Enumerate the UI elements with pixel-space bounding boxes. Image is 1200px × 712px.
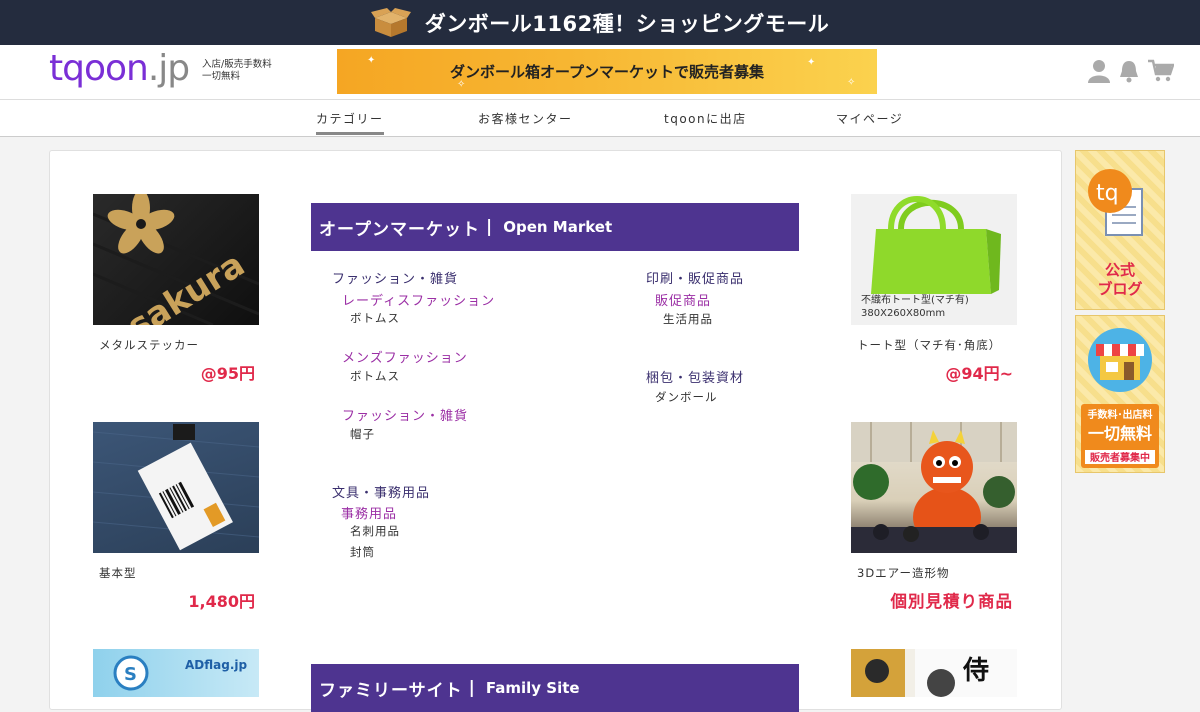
user-icon[interactable] [1088,59,1110,83]
product-image-logo-text: sakura [121,245,252,325]
product-image: 不織布トート型(マチ有) 380X260X80mm [851,194,1017,325]
logo-suffix-text: .jp [147,48,190,89]
main-nav: カテゴリー お客様センター tqoonに出店 マイページ [0,100,1200,137]
sparkle-icon: ✧ [847,77,856,88]
category-promo-goods[interactable]: 販促商品 [655,290,711,309]
product-card-basic-tag[interactable]: 基本型 1,480円 [93,422,259,611]
logo-subtitle: 入店/販売手数料 一切無料 [202,59,272,83]
site-header: tqoon.jp 入店/販売手数料 一切無料 ✦ ✧ ✦ ✧ ダンボール箱オープ… [0,45,1200,100]
family-site-title: ファミリーサイト | Family Site [311,664,799,712]
top-announcement-text: ダンボール1162種！ショッピングモール [424,11,830,36]
product-card-tote[interactable]: 不織布トート型(マチ有) 380X260X80mm トート型（マチ有･角底） @… [851,194,1017,383]
product-name: 3Dエアー造形物 [857,566,950,580]
nav-item-mypage[interactable]: マイページ [836,110,903,132]
category-ladies-fashion[interactable]: レーディスファッション [342,290,495,309]
category-fashion-goods[interactable]: ファッション・雑貨 [342,405,468,424]
category-office-supplies[interactable]: 事務用品 [341,503,397,522]
seller-recruit-banner-text: ダンボール箱オープンマーケットで販売者募集 [449,63,765,81]
sparkle-icon: ✦ [807,57,816,68]
product-card-metal-sticker[interactable]: sakura メタルステッカー @95円 [93,194,259,383]
category-print-promo[interactable]: 印刷・販促商品 [646,268,744,287]
product-name: 基本型 [99,566,137,580]
product-image: 侍 [851,649,1017,697]
blog-logo-text: tq [1096,181,1119,206]
nav-item-customer-center[interactable]: お客様センター [478,110,573,132]
bell-icon[interactable] [1118,59,1140,83]
family-site-title-en: Family Site [485,679,580,697]
sparkle-icon: ✧ [457,79,466,90]
title-separator: | [485,217,494,237]
free-banner-line3: 販売者募集中 [1090,451,1150,464]
category-mens-bottoms[interactable]: ボトムス [350,368,400,384]
logo-main-text: tqoon [49,48,149,89]
category-packing[interactable]: 梱包・包装資材 [646,367,744,386]
category-cardboard[interactable]: ダンボール [655,389,718,405]
site-logo[interactable]: tqoon.jp [49,48,190,89]
product-card-adflag[interactable]: S ADflag.jp [93,649,259,697]
official-blog-banner[interactable]: tq 公式 ブログ [1075,150,1165,310]
product-image: S ADflag.jp [93,649,259,697]
product-overlay-size: 380X260X80mm [861,308,945,319]
cardboard-box-icon [370,7,411,38]
blog-banner-line1: 公式 [1105,261,1135,279]
category-ladies-bottoms[interactable]: ボトムス [350,310,400,326]
nav-item-category[interactable]: カテゴリー [316,110,384,135]
category-mens-fashion[interactable]: メンズファッション [342,347,468,366]
product-overlay-text: 不織布トート型(マチ有) [861,293,969,306]
top-announcement-bar: ダンボール1162種！ショッピングモール [0,0,1200,45]
product-price: 個別見積り商品 [890,592,1013,611]
logo-subtitle-line1: 入店/販売手数料 [202,59,272,70]
product-card-samurai[interactable]: 侍 [851,649,1017,697]
product-image [851,422,1017,553]
logo-subtitle-line2: 一切無料 [202,71,241,82]
product-image-logo-text: 侍 [962,656,989,686]
product-price: @95円 [200,364,255,383]
free-store-banner[interactable]: 手数料･出店料 一切無料 販売者募集中 [1075,315,1165,473]
open-market-title-en: Open Market [503,218,613,236]
free-banner-line2: 一切無料 [1088,424,1152,443]
nav-item-open-store[interactable]: tqoonに出店 [664,110,747,132]
product-card-3d-air[interactable]: 3Dエアー造形物 個別見積り商品 [851,422,1017,611]
category-hat[interactable]: 帽子 [350,426,375,442]
category-fashion[interactable]: ファッション・雑貨 [332,268,458,287]
product-name: メタルステッカー [99,338,199,352]
product-price: 1,480円 [188,592,255,611]
svg-text:S: S [124,664,137,685]
title-separator: | [468,678,476,698]
product-image: sakura [93,194,259,325]
product-image [93,422,259,553]
product-name: トート型（マチ有･角底） [857,338,1002,352]
open-market-title: オープンマーケット | Open Market [311,203,799,251]
seller-recruit-banner[interactable]: ✦ ✧ ✦ ✧ ダンボール箱オープンマーケットで販売者募集 [337,49,877,94]
header-icons [1088,59,1175,83]
product-price: @94円~ [945,364,1013,383]
sparkle-icon: ✦ [367,55,376,66]
open-market-title-ja: オープンマーケット [319,219,480,240]
product-image-logo-text: ADflag.jp [185,658,248,672]
free-banner-line1: 手数料･出店料 [1088,408,1153,421]
category-envelope[interactable]: 封筒 [350,544,375,560]
cart-icon[interactable] [1148,59,1175,83]
category-daily-goods[interactable]: 生活用品 [663,311,713,327]
blog-banner-line2: ブログ [1097,280,1142,298]
category-stationery[interactable]: 文具・事務用品 [332,482,430,501]
category-business-card[interactable]: 名刺用品 [350,523,400,539]
